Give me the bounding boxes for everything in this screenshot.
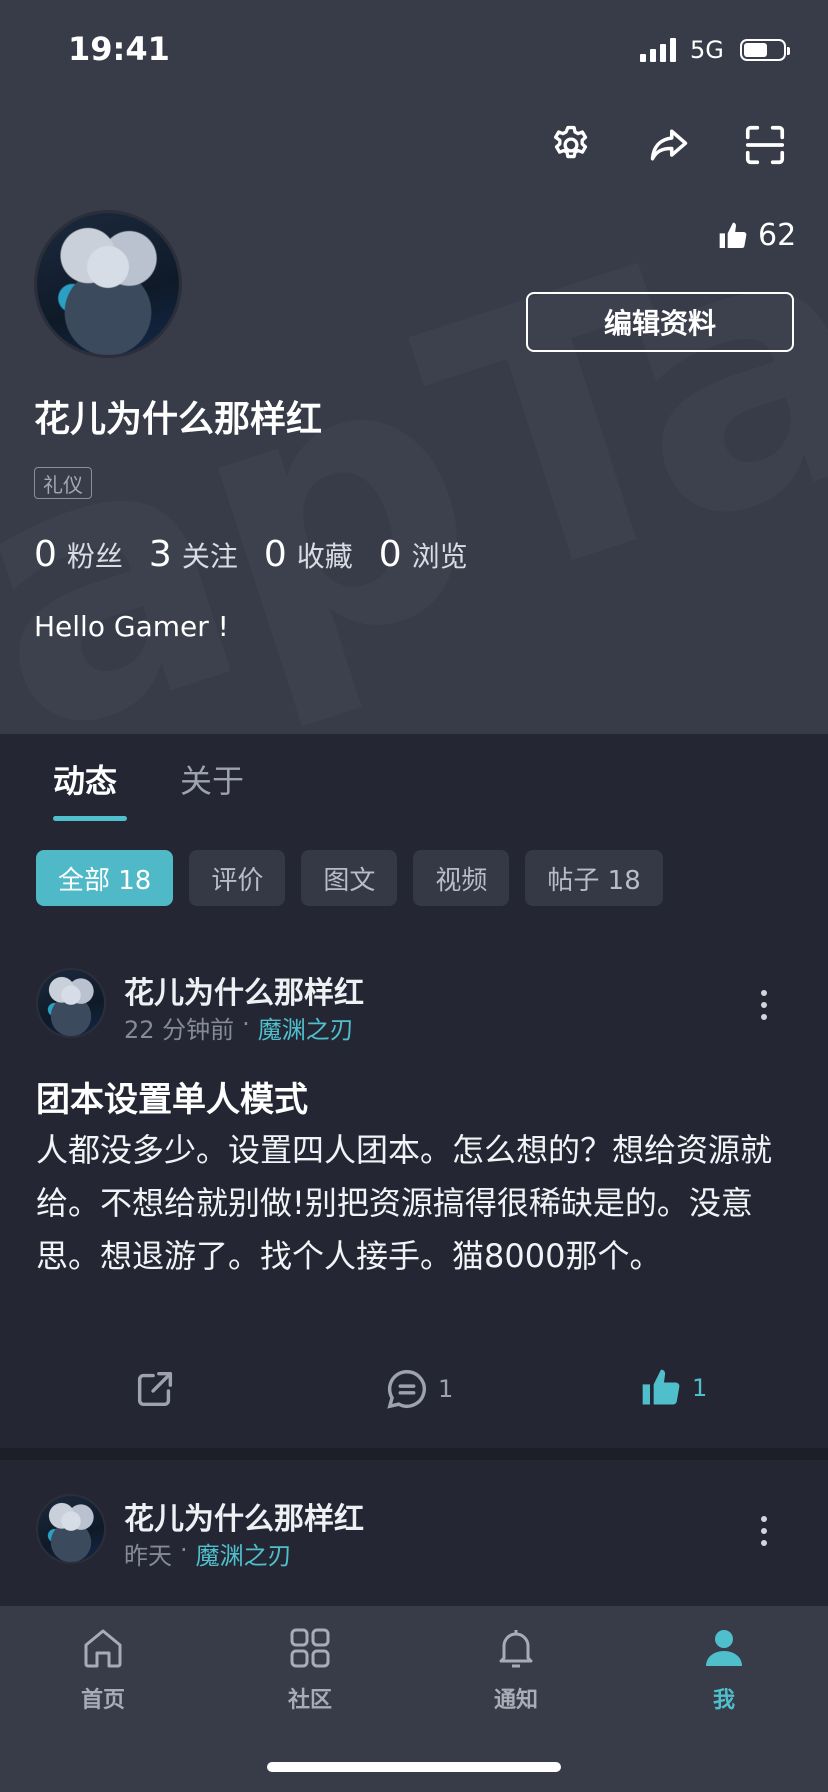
post-game-link[interactable]: 魔渊之刃	[258, 1010, 354, 1045]
username: 花儿为什么那样红	[34, 399, 323, 440]
user-tag[interactable]: 礼仪	[34, 467, 92, 499]
network-label: 5G	[690, 36, 724, 64]
post-divider	[0, 1448, 828, 1460]
avatar-image	[38, 1496, 104, 1562]
post-author[interactable]: 花儿为什么那样红	[124, 1494, 364, 1538]
post-time: 昨天	[124, 1542, 172, 1570]
like-button[interactable]: 1	[638, 1366, 707, 1410]
user-icon	[706, 1630, 742, 1666]
nav-label: 我	[712, 1688, 735, 1713]
stat-following[interactable]: 3 关注	[149, 534, 238, 575]
meta-separator: ·	[180, 1536, 188, 1564]
avatar-image	[38, 970, 104, 1036]
stat-favorites[interactable]: 0 收藏	[264, 534, 353, 575]
stat-label: 关注	[181, 540, 238, 573]
thumbs-up-icon	[642, 1369, 680, 1405]
stat-number: 0	[263, 534, 287, 575]
active-tab-indicator	[53, 816, 127, 821]
profile-stats: 0 粉丝 3 关注 0 收藏 0 浏览	[34, 534, 468, 575]
comment-count: 1	[438, 1375, 454, 1403]
more-options-icon[interactable]	[756, 990, 772, 1020]
nav-me[interactable]: 我	[664, 1624, 784, 1714]
likes-count: 62	[758, 218, 797, 253]
external-share-icon	[137, 1371, 173, 1407]
stat-number: 0	[378, 534, 402, 575]
nav-community[interactable]: 社区	[250, 1624, 370, 1714]
post-game-link[interactable]: 魔渊之刃	[196, 1536, 292, 1571]
filter-reviews[interactable]: 评价	[189, 850, 286, 906]
like-count: 1	[692, 1374, 708, 1402]
nav-label: 社区	[287, 1688, 332, 1713]
status-time: 19:41	[68, 30, 170, 68]
tab-about[interactable]: 关于	[180, 756, 244, 802]
post-time: 22 分钟前	[124, 1016, 235, 1044]
stat-label: 粉丝	[66, 540, 123, 573]
profile-avatar[interactable]	[34, 210, 182, 358]
filter-videos[interactable]: 视频	[413, 850, 510, 906]
filter-all[interactable]: 全部 18	[36, 850, 174, 906]
home-icon	[84, 1629, 122, 1668]
scan-icon[interactable]	[738, 118, 792, 172]
filter-chips: 全部 18 评价 图文 视频 帖子 18	[36, 850, 663, 906]
settings-icon[interactable]	[544, 118, 598, 172]
comment-button[interactable]: 1	[384, 1366, 453, 1412]
stat-number: 3	[148, 534, 172, 575]
share-icon[interactable]	[642, 118, 696, 172]
filter-images[interactable]: 图文	[301, 850, 398, 906]
profile-bio: Hello Gamer !	[34, 610, 229, 643]
grid-icon	[290, 1628, 330, 1668]
filter-posts[interactable]: 帖子 18	[525, 850, 663, 906]
stat-followers[interactable]: 0 粉丝	[34, 534, 123, 575]
stat-label: 浏览	[411, 540, 468, 573]
meta-separator: ·	[242, 1010, 250, 1038]
post-avatar[interactable]	[36, 968, 106, 1038]
post-avatar[interactable]	[36, 1494, 106, 1564]
stat-label: 收藏	[296, 540, 353, 573]
stat-number: 0	[34, 534, 57, 575]
comment-icon	[387, 1370, 426, 1409]
thumbs-up-icon	[719, 222, 747, 248]
tab-activity[interactable]: 动态	[53, 756, 117, 802]
post-meta: 22 分钟前 · 魔渊之刃	[124, 1010, 354, 1045]
share-post-button[interactable]	[132, 1366, 178, 1412]
content-tabs: 动态 关于	[0, 734, 828, 824]
stat-views[interactable]: 0 浏览	[379, 534, 468, 575]
bell-icon	[499, 1630, 533, 1668]
post-author[interactable]: 花儿为什么那样红	[124, 968, 364, 1012]
post-title: 团本设置单人模式	[36, 1080, 308, 1120]
nav-notifications[interactable]: 通知	[456, 1624, 576, 1714]
avatar-image	[37, 213, 179, 355]
edit-profile-button[interactable]: 编辑资料	[526, 292, 794, 352]
more-options-icon[interactable]	[756, 1516, 772, 1546]
likes-counter: 62	[716, 218, 796, 253]
post-body: 人都没多少。设置四人团本。怎么想的？想给资源就给。不想给就别做!别把资源搞得很稀…	[36, 1131, 773, 1275]
nav-label: 首页	[80, 1688, 125, 1713]
home-indicator[interactable]	[267, 1762, 561, 1772]
signal-icon	[640, 38, 676, 62]
nav-label: 通知	[493, 1688, 538, 1713]
nav-home[interactable]: 首页	[43, 1624, 163, 1714]
battery-icon	[739, 39, 790, 61]
status-indicators: 5G	[640, 36, 790, 64]
post-meta: 昨天 · 魔渊之刃	[124, 1536, 292, 1571]
